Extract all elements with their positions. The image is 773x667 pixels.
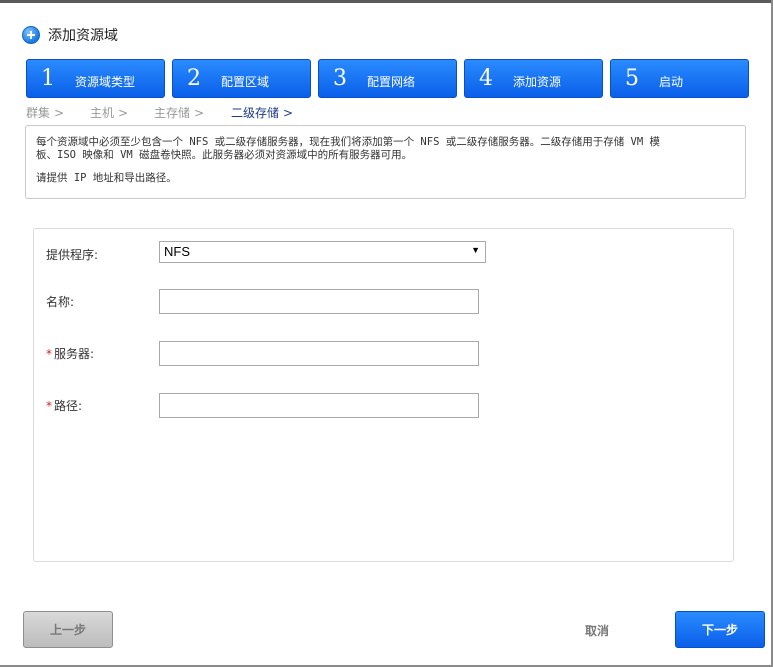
path-label: * 路径:	[46, 399, 83, 413]
name-input[interactable]	[159, 289, 479, 314]
provider-select[interactable]: NFS ▼	[159, 241, 486, 263]
info-text-line: 请提供 IP 地址和导出路径。	[36, 172, 177, 184]
step-label: 添加资源	[513, 75, 562, 89]
chevron-right-icon: >	[118, 106, 129, 120]
info-description: 每个资源域中必须至少包含一个 NFS 或二级存储服务器，现在我们将添加第一个 N…	[25, 125, 746, 199]
dropdown-arrow-icon: ▼	[471, 245, 480, 255]
chevron-right-icon: >	[54, 106, 65, 120]
previous-button[interactable]: 上一步	[23, 611, 113, 648]
path-input[interactable]	[159, 393, 479, 418]
step-zone-type[interactable]: 1 资源域类型	[26, 59, 165, 98]
cancel-button[interactable]: 取消	[585, 622, 609, 639]
add-circle-icon	[22, 26, 40, 44]
name-label: 名称:	[46, 295, 75, 309]
step-add-resources[interactable]: 4 添加资源	[464, 59, 603, 98]
breadcrumb-cluster[interactable]: 群集 >	[26, 104, 64, 121]
provider-selected-value: NFS	[164, 244, 190, 259]
wizard-steps: 1 资源域类型 2 配置区域 3 配置网络 4 添加资源 5 启动	[26, 59, 749, 98]
step-launch[interactable]: 5 启动	[610, 59, 749, 98]
step-label: 资源域类型	[75, 75, 136, 89]
breadcrumb-primary-storage[interactable]: 主存储 >	[154, 104, 204, 121]
next-button[interactable]: 下一步	[675, 611, 765, 648]
step-label: 启动	[659, 75, 684, 89]
step-label: 配置网络	[367, 75, 416, 89]
step-number: 3	[333, 66, 347, 91]
required-marker: *	[46, 347, 52, 361]
info-text-line: 板、ISO 映像和 VM 磁盘卷快照。此服务器必须对资源域中的所有服务器可用。	[36, 149, 413, 161]
top-border	[0, 0, 773, 3]
server-label: * 服务器:	[46, 347, 95, 361]
step-number: 5	[625, 66, 639, 91]
step-number: 4	[479, 66, 493, 91]
step-setup-network[interactable]: 3 配置网络	[318, 59, 457, 98]
step-number: 2	[187, 66, 201, 91]
dialog-title-text: 添加资源域	[48, 28, 118, 44]
breadcrumb-host[interactable]: 主机 >	[90, 104, 128, 121]
breadcrumb-secondary-storage: 二级存储 >	[231, 106, 294, 120]
secondary-storage-form: 提供程序: NFS ▼ 名称: * 服务器: * 路径:	[33, 228, 734, 562]
server-input[interactable]	[159, 341, 479, 366]
dialog-title: 添加资源域	[22, 25, 118, 45]
chevron-right-icon: >	[194, 106, 205, 120]
chevron-right-icon: >	[283, 106, 294, 120]
step-number: 1	[41, 66, 55, 91]
provider-label: 提供程序:	[46, 248, 99, 262]
step-label: 配置区域	[221, 75, 270, 89]
info-text-line: 每个资源域中必须至少包含一个 NFS 或二级存储服务器，现在我们将添加第一个 N…	[36, 136, 660, 148]
required-marker: *	[46, 399, 52, 413]
step-setup-zone[interactable]: 2 配置区域	[172, 59, 311, 98]
